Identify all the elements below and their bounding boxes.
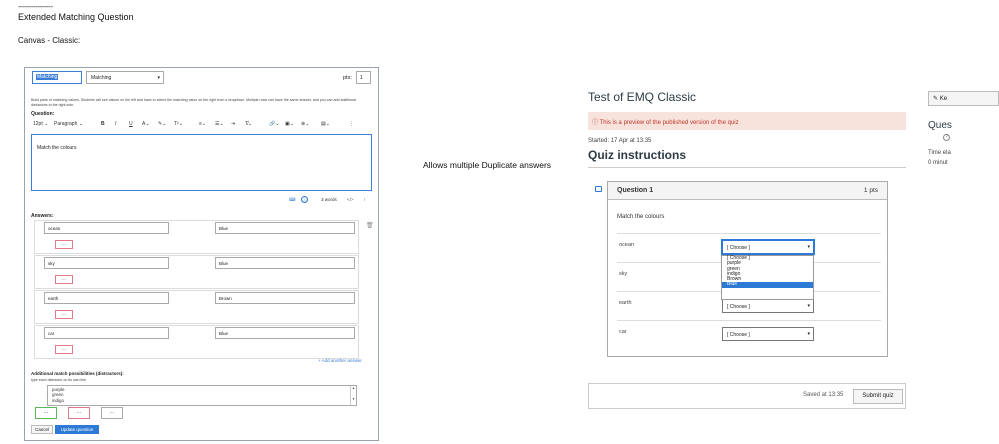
- answer-comment-button[interactable]: ...: [55, 240, 73, 249]
- editor-hint-text: Build pairs of matching values. Students…: [31, 98, 356, 107]
- distractors-hint: type each distractor on its own line: [31, 378, 87, 382]
- answer-right-input[interactable]: Blue: [215, 327, 355, 339]
- answer-comment-button[interactable]: ...: [55, 345, 73, 354]
- time-elapsed-value: 0 minut: [928, 160, 948, 166]
- chevron-down-icon: ▾: [807, 244, 810, 250]
- question-label: Question:: [31, 111, 55, 117]
- time-elapsed-label: Time ela: [928, 150, 951, 156]
- answers-label: Answers:: [31, 213, 54, 219]
- divider: [617, 320, 881, 321]
- clear-format-button[interactable]: T̸⌄: [245, 121, 252, 127]
- answer-left-input[interactable]: earth: [44, 292, 169, 304]
- link-button[interactable]: 🔗⌄: [269, 121, 279, 127]
- document-subtitle: Canvas - Classic:: [18, 36, 81, 45]
- scrollbar[interactable]: ▴ ▾: [350, 386, 356, 405]
- keep-editing-button[interactable]: ✎ Ke: [928, 91, 999, 106]
- match-label: sky: [619, 271, 628, 277]
- preview-banner: ⓘ This is a preview of the published ver…: [588, 112, 906, 130]
- divider: [588, 167, 906, 168]
- paragraph-menu[interactable]: Paragraph ⌄: [54, 121, 83, 127]
- answer-right-input[interactable]: Blue: [215, 222, 355, 234]
- image-button[interactable]: ▣⌄: [285, 121, 294, 127]
- match-select[interactable]: [ Choose ] ▾: [722, 240, 814, 254]
- editor-status-bar: ⌨ ⓘ 3 words </> ⁝: [31, 196, 371, 206]
- saved-status: Saved at 13:35: [803, 392, 844, 398]
- distractors-label: Additional match possibilities (distract…: [31, 371, 124, 376]
- feedback-neutral-button[interactable]: ...: [101, 407, 123, 419]
- question-body-editor[interactable]: Match the colours: [31, 134, 372, 191]
- answer-left-input[interactable]: sky: [44, 257, 169, 269]
- separator-dashes: ----------------: [18, 2, 53, 11]
- answer-row: sky Blue ...: [34, 255, 359, 289]
- match-select[interactable]: [ Choose ] ▾: [722, 327, 814, 341]
- points-input[interactable]: 1: [356, 71, 371, 84]
- media-button[interactable]: ⊕⌄: [301, 121, 309, 127]
- question-info-icon[interactable]: ?: [943, 134, 950, 141]
- answer-row: earth Brown ...: [34, 290, 359, 324]
- match-label: earth: [619, 300, 632, 306]
- answer-right-input[interactable]: Brown: [215, 292, 355, 304]
- update-question-button[interactable]: Update question: [55, 425, 99, 434]
- started-timestamp: Started: 17 Apr at 13:35: [588, 138, 652, 144]
- align-button[interactable]: ≡⌄: [199, 121, 206, 127]
- question-body-text: Match the colours: [37, 145, 77, 151]
- bold-button[interactable]: B: [101, 121, 105, 127]
- distractor-line: indigo: [52, 397, 65, 403]
- submit-quiz-button[interactable]: Submit quiz: [853, 389, 903, 404]
- distractors-textarea[interactable]: purple green indigo ▴ ▾: [47, 385, 357, 406]
- question-header: Question 1 1 pts: [608, 182, 887, 200]
- document-title: Extended Matching Question: [18, 12, 134, 22]
- document-button[interactable]: ▤⌄: [321, 121, 330, 127]
- quiz-title: Test of EMQ Classic: [588, 90, 697, 104]
- answer-comment-button[interactable]: ...: [55, 275, 73, 284]
- word-count: 3 words: [321, 197, 337, 202]
- dropdown-option-highlighted[interactable]: Blue: [722, 282, 813, 288]
- answer-row: car Blue ...: [34, 325, 359, 359]
- answer-comment-button[interactable]: ...: [55, 310, 73, 319]
- superscript-button[interactable]: T²⌄: [174, 121, 183, 127]
- match-label: ocean: [619, 242, 634, 248]
- questions-heading: Ques: [928, 120, 952, 131]
- italic-button[interactable]: I: [115, 121, 116, 127]
- match-select[interactable]: [ Choose ] ▾: [722, 299, 814, 313]
- indent-button[interactable]: ⇥: [231, 121, 235, 127]
- trash-icon[interactable]: 🗑: [366, 222, 374, 229]
- add-answer-link[interactable]: + Add another answer: [318, 358, 362, 363]
- match-dropdown-list: [ Choose ] purple green indigo Brown Blu…: [721, 255, 814, 300]
- answer-left-input[interactable]: car: [44, 327, 169, 339]
- quiz-instructions-heading: Quiz instructions: [588, 148, 687, 162]
- question-editor-panel: Matching Matching ▾ pts: 1 Build pairs of…: [24, 67, 379, 441]
- question-prompt: Match the colours: [617, 214, 665, 220]
- answer-left-input[interactable]: ocean: [44, 222, 169, 234]
- answer-row: ocean Blue ...: [34, 220, 359, 254]
- points-label: pts:: [343, 75, 352, 81]
- flag-question-icon[interactable]: [595, 186, 602, 192]
- text-color-button[interactable]: A⌄: [142, 121, 150, 127]
- accessibility-icon[interactable]: ⓘ: [301, 196, 308, 203]
- question-type-select[interactable]: Matching ▾: [86, 71, 164, 84]
- more-icon[interactable]: ⋮: [349, 121, 354, 127]
- font-size-menu[interactable]: 12pt ⌄: [33, 121, 48, 127]
- chevron-down-icon: ▾: [157, 75, 160, 81]
- question-name-input[interactable]: Matching: [32, 71, 82, 84]
- divider: [617, 233, 881, 234]
- chevron-down-icon: ▾: [807, 303, 810, 309]
- feedback-correct-button[interactable]: ...: [35, 407, 57, 419]
- list-button[interactable]: ☰⌄: [215, 121, 224, 127]
- html-editor-toggle[interactable]: </>: [347, 197, 354, 202]
- answer-right-input[interactable]: Blue: [215, 257, 355, 269]
- keyboard-icon[interactable]: ⌨: [289, 197, 296, 203]
- highlight-button[interactable]: ✎⌄: [158, 121, 166, 127]
- rich-text-toolbar: 12pt ⌄ Paragraph ⌄ B I U A⌄ ✎⌄ T²⌄ ≡⌄ ☰⌄…: [31, 120, 371, 130]
- feedback-incorrect-button[interactable]: ...: [68, 407, 90, 419]
- match-label: car: [619, 329, 627, 335]
- question-points: 1 pts: [863, 187, 878, 194]
- question-title: Question 1: [617, 187, 654, 194]
- chevron-down-icon: ▾: [807, 331, 810, 337]
- resize-handle-icon[interactable]: ⁝: [364, 197, 365, 203]
- underline-button[interactable]: U: [129, 121, 133, 127]
- cancel-button[interactable]: Cancel: [31, 425, 53, 434]
- middle-note: Allows multiple Duplicate answers: [423, 160, 552, 170]
